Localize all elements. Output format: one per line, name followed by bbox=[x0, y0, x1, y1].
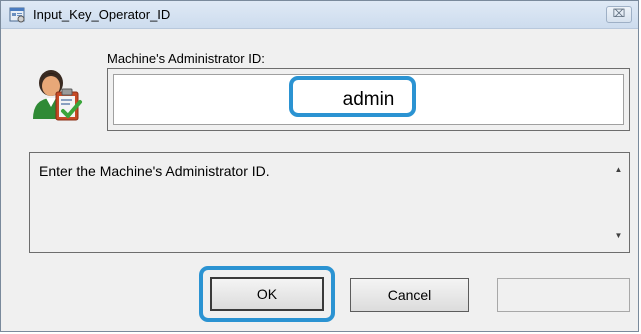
window-title: Input_Key_Operator_ID bbox=[33, 7, 171, 22]
id-value-highlight bbox=[289, 76, 416, 117]
input-key-operator-dialog: Input_Key_Operator_ID ⌧ Machine's Admini… bbox=[0, 0, 639, 332]
administrator-clipboard-icon bbox=[29, 67, 85, 125]
blank-button[interactable] bbox=[497, 278, 630, 312]
window-app-icon bbox=[9, 6, 27, 24]
ok-button[interactable]: OK bbox=[210, 277, 324, 311]
title-bar[interactable]: Input_Key_Operator_ID ⌧ bbox=[1, 1, 638, 29]
administrator-id-label: Machine's Administrator ID: bbox=[107, 51, 265, 66]
close-button[interactable]: ⌧ bbox=[606, 6, 632, 23]
message-area[interactable]: Enter the Machine's Administrator ID. ▲ … bbox=[29, 152, 630, 253]
cancel-button[interactable]: Cancel bbox=[350, 278, 469, 312]
scroll-down-arrow-icon[interactable]: ▼ bbox=[610, 227, 627, 244]
administrator-id-frame: admin bbox=[107, 68, 630, 131]
message-text: Enter the Machine's Administrator ID. bbox=[39, 163, 270, 179]
scroll-up-arrow-icon[interactable]: ▲ bbox=[610, 161, 627, 178]
message-scrollbar[interactable]: ▲ ▼ bbox=[610, 155, 627, 250]
